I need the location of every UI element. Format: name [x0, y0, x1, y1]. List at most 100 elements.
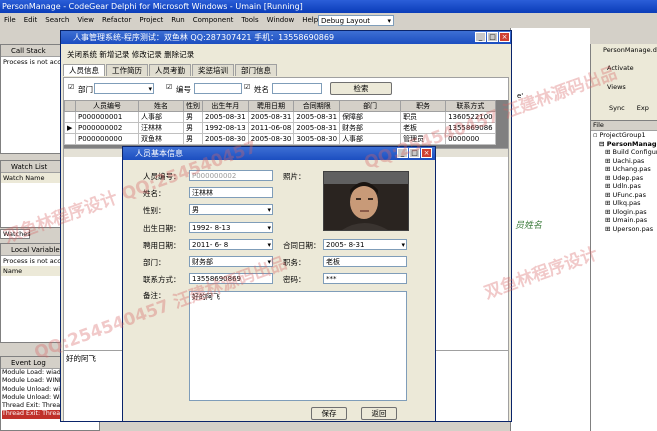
maximize-button[interactable]: □	[487, 32, 498, 42]
menu-view[interactable]: View	[77, 16, 94, 24]
dept-select[interactable]: 财务部 ▾	[189, 256, 273, 267]
photo-image[interactable]	[323, 171, 409, 231]
num-field[interactable]: P000000002	[189, 170, 273, 181]
ide-title-bar: PersonManage - CodeGear Delphi for Micro…	[0, 0, 657, 13]
tree-item[interactable]: ⊞ Uperson.pas	[593, 225, 657, 234]
col-header[interactable]: 姓名	[138, 100, 184, 112]
dialog-minimize-button[interactable]: _	[397, 148, 408, 158]
menu-component[interactable]: Component	[193, 16, 234, 24]
tree-item-project-group[interactable]: ▫ ProjectGroup1	[593, 131, 657, 140]
phone-field[interactable]: 13558690869	[189, 273, 273, 284]
note-textarea[interactable]: 好的阿飞	[189, 291, 407, 401]
row-indicator-header	[64, 100, 76, 112]
file-column-header[interactable]: File	[591, 121, 657, 131]
num-input[interactable]	[194, 83, 242, 94]
name-input[interactable]	[272, 83, 322, 94]
tree-label: Ulkq.pas	[612, 199, 641, 207]
dialog-close-button[interactable]: ×	[421, 148, 432, 158]
tree-label: Umain.pas	[612, 216, 648, 224]
tab-personnel-info[interactable]: 人员信息	[63, 64, 105, 76]
tree-item[interactable]: ⊞ Udep.pas	[593, 174, 657, 183]
minimize-button[interactable]: _	[475, 32, 486, 42]
num-checkbox[interactable]: ☑	[166, 83, 172, 91]
col-header[interactable]: 职务	[400, 100, 447, 112]
layout-select[interactable]: Debug Layout ▾	[318, 15, 394, 26]
tree-label: Ulogin.pas	[612, 207, 647, 216]
dept-checkbox[interactable]: ☑	[68, 83, 74, 91]
tree-item[interactable]: ⊞ Uchang.pas	[593, 165, 657, 174]
table-row-selected[interactable]: ▶ P000000002 汪林林 男 1992-08-13 2011-06-08…	[64, 122, 496, 134]
contract-date-picker[interactable]: 2005- 8-31 ▾	[323, 239, 407, 250]
menu-window[interactable]: Window	[267, 16, 295, 24]
menu-edit[interactable]: Edit	[24, 16, 38, 24]
menu-close-system[interactable]: 关闭系统	[67, 50, 97, 59]
tree-item-project[interactable]: ⊟ PersonManage.exe	[593, 140, 657, 149]
tree-label: Udln.pas	[612, 182, 641, 190]
cell: 男	[183, 133, 203, 145]
duty-field[interactable]: 老板	[323, 256, 407, 267]
col-header[interactable]: 出生年月	[202, 100, 249, 112]
menu-run[interactable]: Run	[171, 16, 184, 24]
col-header[interactable]: 人员编号	[75, 100, 139, 112]
cell: 2005-08-31	[202, 111, 249, 123]
tree-item[interactable]: ⊞ Ulogin.pas	[593, 208, 657, 217]
cell: 2005-08-30	[202, 133, 249, 145]
tree-item[interactable]: ⊞ UFunc.pas	[593, 191, 657, 200]
menu-new-record[interactable]: 新增记录	[99, 50, 129, 59]
tree-label: PersonManage.exe	[606, 139, 657, 148]
col-header[interactable]: 合同期限	[293, 100, 341, 112]
chevron-down-icon: ▾	[267, 224, 271, 232]
cell: 1355869086	[445, 122, 496, 134]
col-header[interactable]: 性别	[183, 100, 203, 112]
search-button[interactable]: 检索	[330, 82, 392, 95]
tree-item[interactable]: ⊞ Uachi.pas	[593, 157, 657, 166]
table-row[interactable]: P000000000 双鱼林 男 2005-08-30 2005-08-30 3…	[64, 133, 496, 145]
explore-button[interactable]: Exp	[637, 104, 649, 112]
local-variables-name-column[interactable]: Name	[1, 266, 61, 276]
tab-rewards-training[interactable]: 奖惩培训	[192, 64, 234, 76]
duty-label: 职务：	[283, 258, 306, 267]
tab-department-info[interactable]: 部门信息	[235, 64, 277, 76]
sync-button[interactable]: Sync	[609, 104, 625, 112]
save-button[interactable]: 保存	[311, 407, 347, 420]
name-field[interactable]: 汪林林	[189, 187, 273, 198]
dept-select[interactable]: ▾	[94, 83, 154, 94]
menu-file[interactable]: File	[4, 16, 16, 24]
dialog-maximize-button[interactable]: □	[409, 148, 420, 158]
name-checkbox[interactable]: ☑	[244, 83, 250, 91]
menu-tools[interactable]: Tools	[241, 16, 258, 24]
project-manager-panel: PersonManage.dproj Activate Views Sync E…	[590, 44, 657, 431]
code-fragment: e'	[517, 92, 524, 100]
password-field[interactable]: ***	[323, 273, 407, 284]
menu-search[interactable]: Search	[45, 16, 69, 24]
menu-refactor[interactable]: Refactor	[102, 16, 131, 24]
hire-date-picker[interactable]: 2011- 6- 8 ▾	[189, 239, 273, 250]
menu-delete-record[interactable]: 删除记录	[164, 50, 194, 59]
col-header[interactable]: 部门	[339, 100, 402, 112]
menu-edit-record[interactable]: 修改记录	[132, 50, 162, 59]
col-header[interactable]: 联系方式	[445, 100, 496, 112]
code-editor[interactable]: e' 员姓名	[510, 28, 590, 431]
tree-item[interactable]: ⊞ Build Configurations	[593, 148, 657, 157]
sex-select[interactable]: 男 ▾	[189, 204, 273, 215]
menu-help[interactable]: Help	[302, 16, 318, 24]
views-button[interactable]: Views	[591, 80, 657, 94]
col-header[interactable]: 聘用日期	[247, 100, 295, 112]
birth-date-picker[interactable]: 1992- 8-13 ▾	[189, 222, 273, 233]
tab-attendance[interactable]: 人员考勤	[149, 64, 191, 76]
cell: 2005-08-31	[293, 122, 341, 134]
menu-project[interactable]: Project	[139, 16, 163, 24]
tree-item[interactable]: ⊞ Umain.pas	[593, 216, 657, 225]
personnel-grid: 人员编号 姓名 性别 出生年月 聘用日期 合同期限 部门 职务 联系方式 P00…	[64, 100, 508, 148]
tree-item[interactable]: ⊞ Ulkq.pas	[593, 199, 657, 208]
watch-name-column[interactable]: Watch Name	[1, 173, 61, 183]
back-button[interactable]: 返回	[361, 407, 397, 420]
tree-item[interactable]: ⊞ Udln.pas	[593, 182, 657, 191]
activate-button[interactable]: Activate	[591, 60, 657, 76]
watches-tab[interactable]: Watches	[0, 229, 31, 239]
close-button[interactable]: ×	[499, 32, 510, 42]
cell: 2005-08-30	[247, 133, 295, 145]
table-row[interactable]: P000000001 人事部 男 2005-08-31 2005-08-31 2…	[64, 111, 496, 123]
hire-value: 2011- 6- 8	[192, 241, 229, 249]
tab-work-resume[interactable]: 工作简历	[106, 64, 148, 76]
